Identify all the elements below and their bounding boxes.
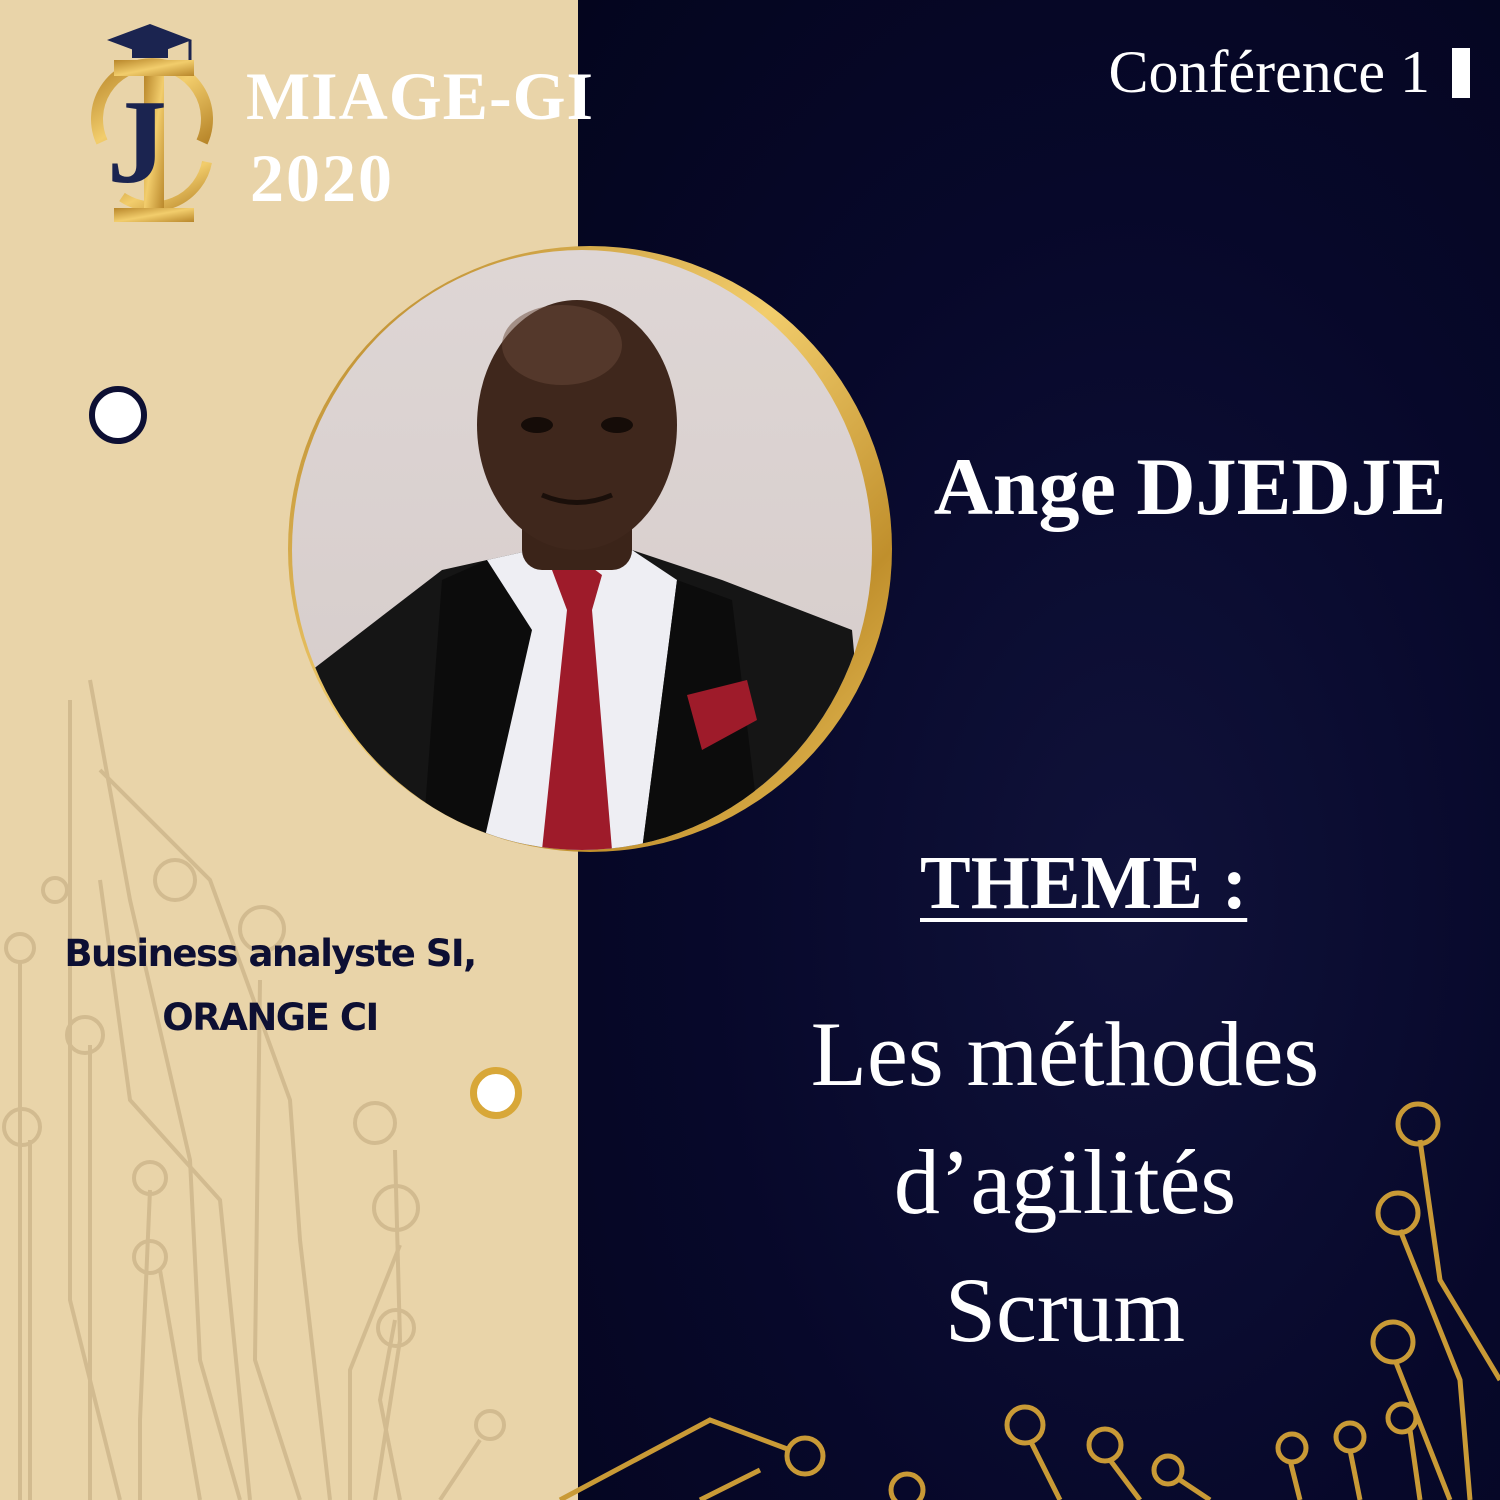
conference-text: Conférence 1	[1108, 39, 1430, 105]
decorative-dot-navy	[89, 386, 147, 444]
conference-label: Conférence 1	[1108, 38, 1470, 107]
speaker-role-title: Business analyste SI,	[64, 932, 477, 975]
speaker-portrait-illustration	[292, 300, 872, 850]
brand-year: 2020	[250, 140, 394, 216]
speaker-portrait	[292, 250, 872, 850]
brand-name: MIAGE-GI	[246, 58, 594, 134]
theme-label: THEME :	[920, 841, 1248, 925]
brand-title: MIAGE-GI 2020	[246, 62, 594, 212]
speaker-role-company: ORANGE CI	[162, 996, 379, 1039]
speaker-name: Ange DJEDJE	[933, 441, 1447, 532]
theme-title-line2: Scrum	[944, 1259, 1186, 1361]
speaker-role: Business analyste SI, ORANGE CI	[20, 922, 520, 1050]
conference-bar-icon	[1452, 47, 1470, 98]
decorative-dot-gold	[470, 1067, 522, 1119]
theme-title: Les méthodes d’agilités Scrum	[640, 990, 1490, 1374]
svg-text:J: J	[107, 75, 167, 208]
theme-title-line1: Les méthodes d’agilités	[810, 1003, 1320, 1233]
jig-graduation-cap-logo-icon: J	[91, 24, 213, 222]
